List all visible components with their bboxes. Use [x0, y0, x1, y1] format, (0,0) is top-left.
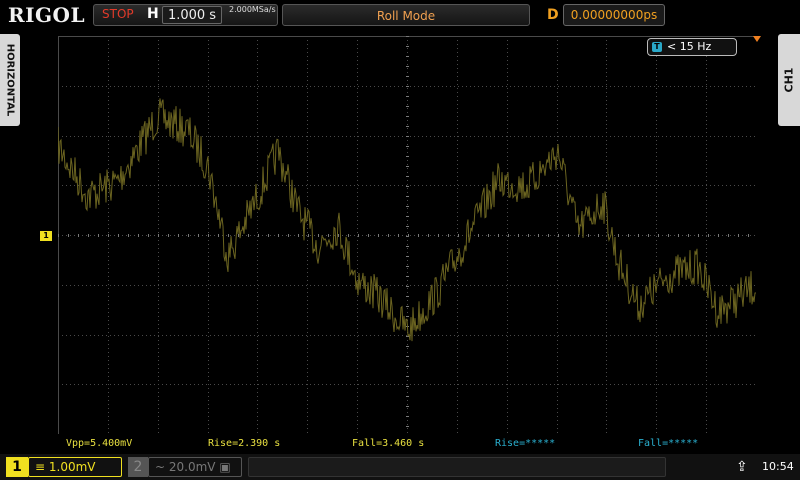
ch1-scale-box[interactable]: ≡ 1.00mV [28, 457, 122, 477]
measurement-vpp[interactable]: Vpp=5.400mV [66, 438, 132, 449]
horizontal-label: H [147, 6, 159, 22]
clock: 10:54 [762, 460, 794, 473]
brand-logo: RIGOL [8, 3, 86, 27]
trigger-frequency: < 15 Hz [667, 40, 712, 53]
bandwidth-limit-icon: ▣ [219, 460, 231, 474]
bottom-empty-panel [248, 457, 666, 477]
ch2-scale-box[interactable]: ~ 20.0mV ▣ [148, 457, 242, 477]
ch1-menu-tab[interactable]: CH1 [778, 34, 800, 126]
ch1-number[interactable]: 1 [6, 457, 28, 477]
horizontal-menu-tab[interactable]: HORIZONTAL [0, 34, 20, 126]
trigger-position-marker [753, 36, 761, 42]
trigger-frequency-box[interactable]: T < 15 Hz [647, 38, 737, 56]
measurement-rise-ch1[interactable]: Rise=2.390 s [208, 438, 280, 449]
ac-coupling-icon: ~ [155, 460, 166, 474]
measurement-rise-ch2[interactable]: Rise=***** [495, 438, 555, 449]
measurement-fall-ch1[interactable]: Fall=3.460 s [352, 438, 424, 449]
measurement-fall-ch2[interactable]: Fall=***** [638, 438, 698, 449]
waveform-display[interactable] [58, 36, 756, 434]
run-state-indicator[interactable]: STOP [102, 7, 134, 21]
delay-label: D [547, 7, 559, 23]
timebase-value[interactable]: 1.000 s [162, 6, 222, 24]
acquisition-mode[interactable]: Roll Mode [282, 9, 530, 23]
dc-coupling-icon: ≡ [35, 460, 46, 474]
ch2-scale: 20.0mV [168, 460, 216, 474]
trigger-icon: T [652, 42, 662, 52]
ch2-number[interactable]: 2 [128, 457, 148, 477]
delay-value[interactable]: 0.00000000ps [563, 4, 665, 26]
ch1-offset-marker[interactable]: 1 [40, 231, 52, 241]
ch1-tab-label: CH1 [782, 67, 796, 93]
ch1-scale: 1.00mV [48, 460, 96, 474]
graticule-dots [58, 36, 749, 427]
top-status-bar: RIGOL STOP H 1.000 s 2.000MSa/s Roll Mod… [0, 0, 800, 30]
sample-rate: 2.000MSa/s [229, 5, 276, 14]
horizontal-tab-label: HORIZONTAL [4, 43, 16, 117]
usb-icon: ⇪ [736, 459, 748, 475]
graticule [58, 36, 756, 434]
